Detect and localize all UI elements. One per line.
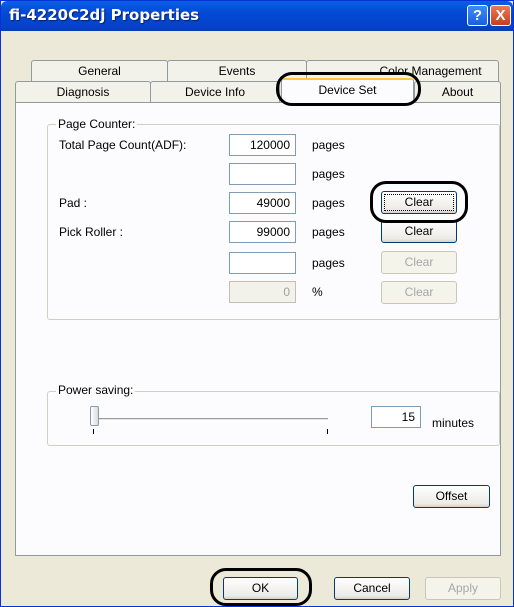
cancel-label: Cancel [353, 581, 391, 595]
tab-about[interactable]: About [414, 81, 501, 103]
apply-label: Apply [447, 581, 479, 595]
power-saving-title: Power saving: [56, 383, 136, 397]
percent-field: 0 [229, 281, 296, 303]
properties-dialog: fi-4220C2dj Properties ? X General Event… [0, 0, 514, 607]
title-bar[interactable]: fi-4220C2dj Properties ? X [1, 1, 513, 31]
total-page-count-field: 120000 [229, 134, 296, 156]
pad-clear-button[interactable]: Clear [381, 191, 457, 214]
slider-tick-max [327, 429, 328, 434]
tab-diagnosis[interactable]: Diagnosis [15, 81, 151, 103]
percent-unit: % [312, 285, 323, 299]
blank-counter-unit: pages [312, 167, 345, 181]
window-title: fi-4220C2dj Properties [9, 6, 200, 24]
power-saving-unit: minutes [432, 416, 475, 430]
blank-counter-field [229, 163, 296, 185]
percent-clear-label: Clear [404, 285, 434, 299]
ok-label: OK [251, 581, 270, 595]
tab-general[interactable]: General [31, 60, 168, 82]
tab-device-info[interactable]: Device Info [150, 81, 280, 103]
pick-roller-unit: pages [312, 225, 345, 239]
power-saving-slider-track[interactable] [93, 418, 328, 421]
pad-label: Pad : [59, 196, 88, 210]
pick-roller-clear-button[interactable]: Clear [381, 220, 457, 243]
power-saving-slider-thumb[interactable] [90, 406, 99, 426]
power-saving-minutes-field[interactable]: 15 [371, 406, 421, 428]
pick-roller-clear-label: Clear [404, 224, 434, 238]
close-button[interactable]: X [490, 5, 511, 26]
apply-button[interactable]: Apply [425, 577, 501, 600]
total-page-count-unit: pages [312, 138, 345, 152]
tab-color-management-label: Color Management [379, 64, 482, 78]
pad-unit: pages [312, 196, 345, 210]
slider-tick-min [93, 429, 94, 434]
offset-label: Offset [435, 489, 468, 503]
percent-clear-button[interactable]: Clear [381, 281, 457, 304]
pad-clear-label: Clear [404, 195, 434, 209]
tab-device-set[interactable]: Device Set [281, 78, 414, 103]
pad-count-field: 49000 [229, 192, 296, 214]
pick-roller-count-field: 99000 [229, 221, 296, 243]
blank-counter-field-2 [229, 252, 296, 274]
total-page-count-label: Total Page Count(ADF): [59, 138, 187, 152]
blank-clear-label: Clear [404, 255, 434, 269]
offset-button[interactable]: Offset [413, 485, 490, 508]
page-counter-title: Page Counter: [56, 117, 138, 131]
blank-clear-button[interactable]: Clear [381, 251, 457, 274]
ok-button[interactable]: OK [223, 577, 298, 600]
help-button[interactable]: ? [467, 5, 488, 26]
pick-roller-label: Pick Roller : [59, 225, 124, 239]
cancel-button[interactable]: Cancel [334, 577, 410, 600]
blank-counter-unit-2: pages [312, 256, 345, 270]
